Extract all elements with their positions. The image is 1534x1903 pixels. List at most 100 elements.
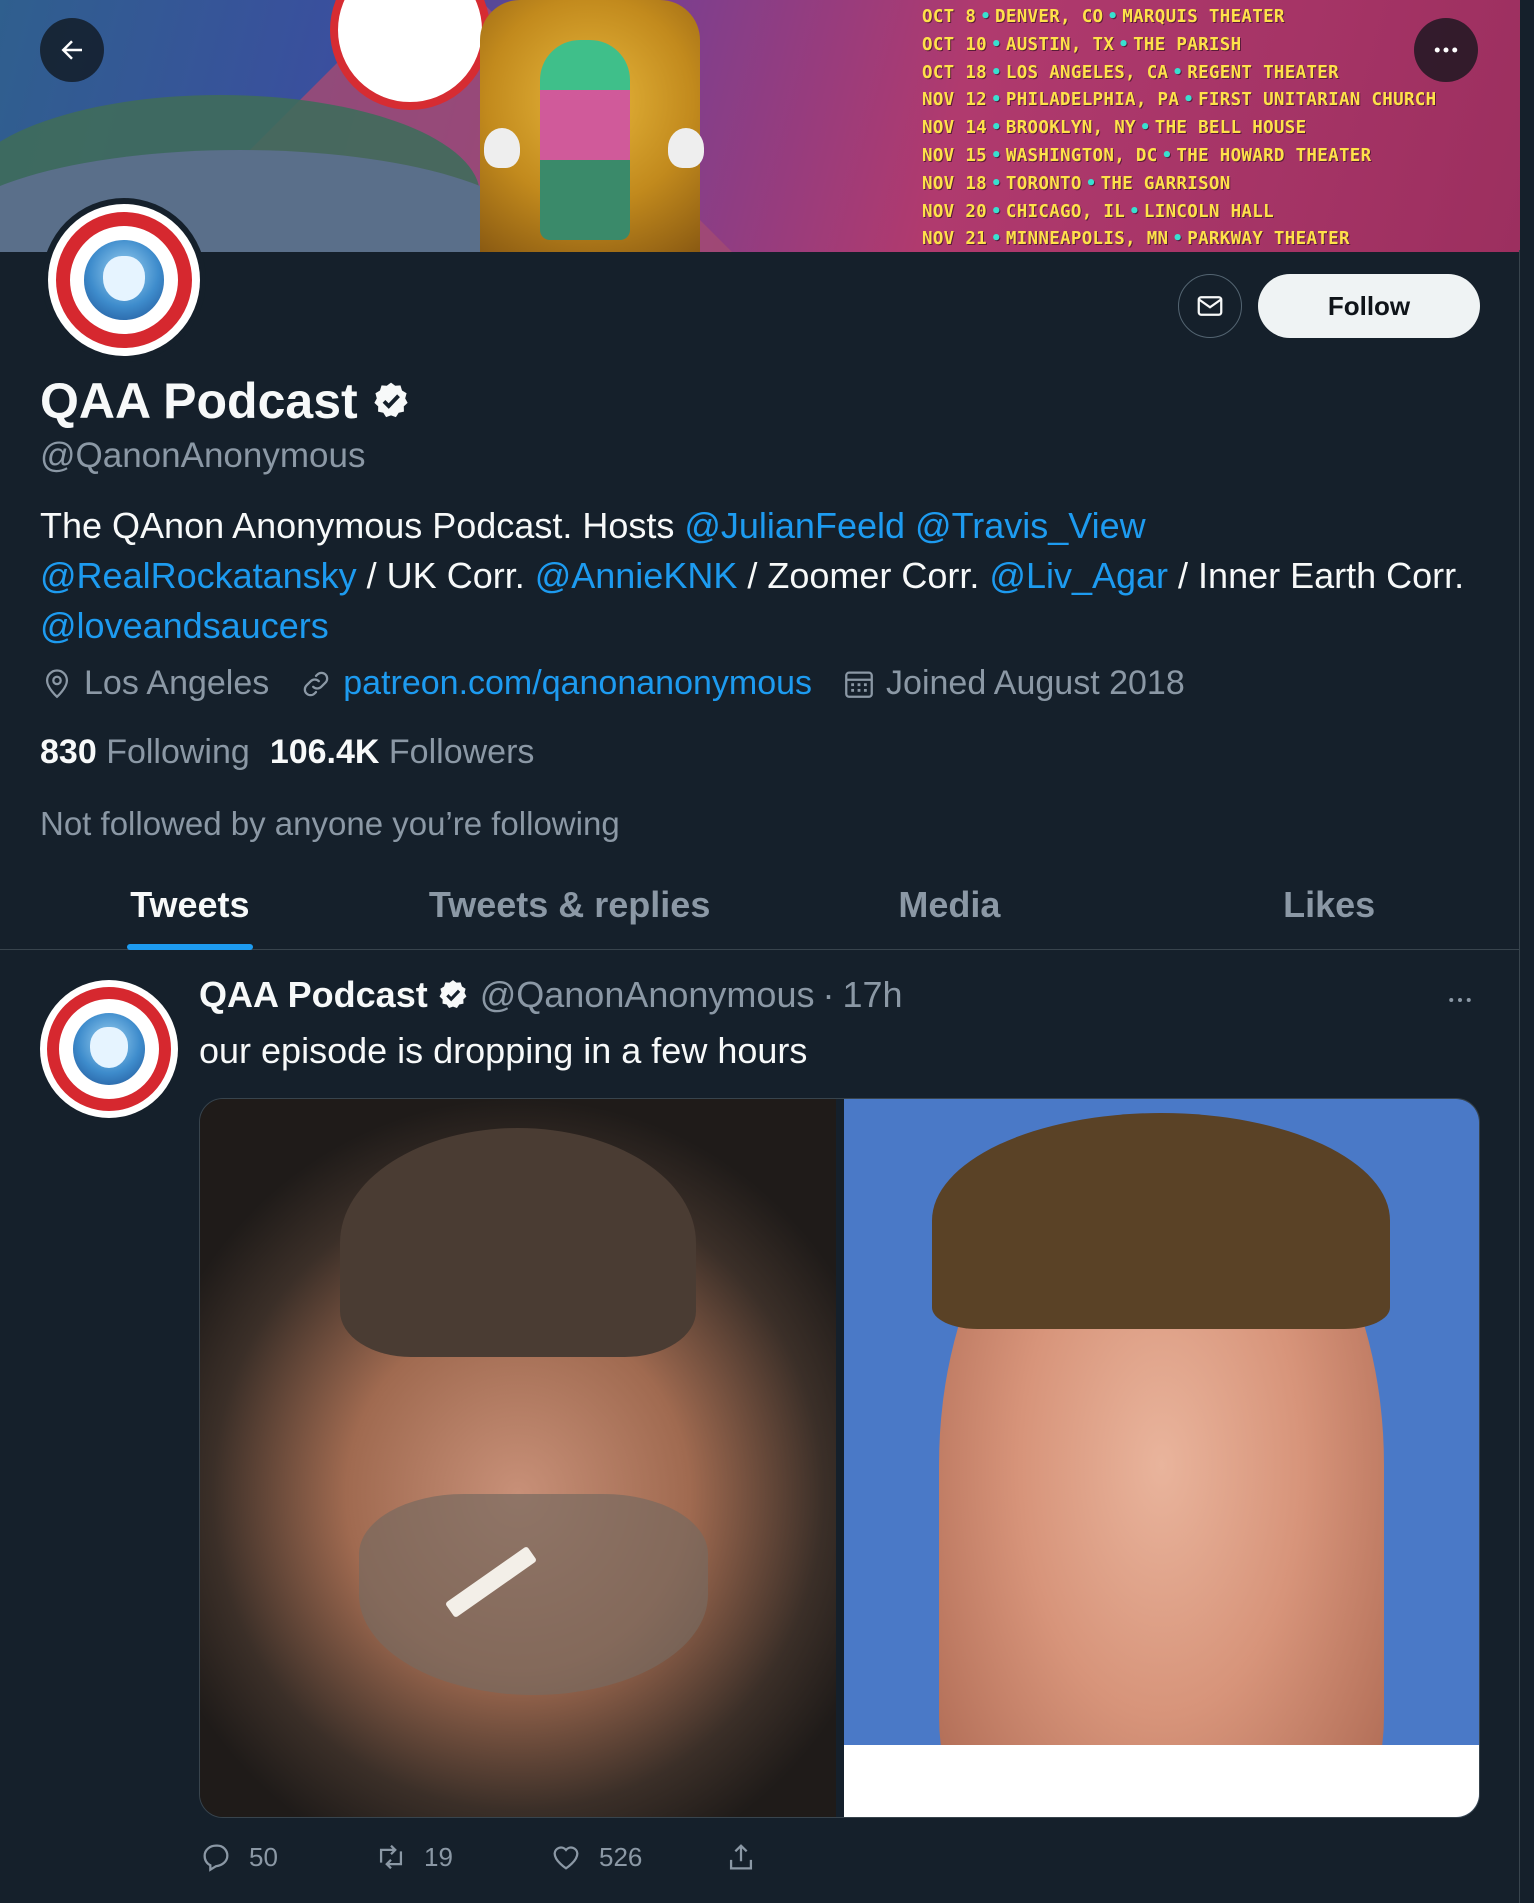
website-item[interactable]: patreon.com/qanonanonymous — [299, 664, 812, 703]
tour-city: WASHINGTON, DC — [1005, 145, 1158, 166]
retweet-button[interactable]: 19 — [374, 1840, 549, 1874]
banner-figure — [540, 40, 630, 240]
bio-text: / Inner Earth Corr. — [1168, 555, 1465, 596]
tab-tweets-replies[interactable]: Tweets & replies — [380, 860, 760, 949]
mention-link[interactable]: @Travis_View — [915, 505, 1146, 546]
qaa-logo-avatar — [48, 204, 200, 356]
tour-separator: • — [1129, 201, 1140, 222]
mention-link[interactable]: @loveandsaucers — [40, 605, 329, 646]
tour-date-item: NOV 15 • WASHINGTON, DC • THE HOWARD THEATER — [922, 143, 1436, 171]
tour-date: NOV 18 — [922, 173, 988, 194]
tour-venue: MARQUIS THEATER — [1122, 7, 1285, 27]
tour-separator: • — [1161, 145, 1173, 166]
calendar-icon — [845, 671, 873, 698]
bio-text: / UK Corr. — [356, 555, 535, 596]
profile-name: QAA Podcast — [40, 373, 358, 429]
tweet-actions: 50 19 526 — [199, 1840, 899, 1874]
tab-likes[interactable]: Likes — [1139, 860, 1519, 949]
share-icon — [729, 1844, 753, 1870]
envelope-icon — [1197, 296, 1223, 316]
tab-media[interactable]: Media — [760, 860, 1140, 949]
tour-city: PHILADELPHIA, PA — [1005, 90, 1180, 111]
tour-separator: • — [980, 7, 992, 27]
more-horizontal-icon — [1434, 47, 1458, 53]
tour-separator: • — [991, 201, 1002, 222]
tweet-more-button[interactable] — [1440, 980, 1480, 1020]
back-button[interactable] — [40, 18, 104, 82]
tour-city: MINNEAPOLIS, MN — [1005, 229, 1169, 250]
tweet-header: QAA Podcast @QanonAnonymous · 17h — [199, 974, 903, 1016]
tour-date: NOV 21 — [922, 229, 988, 250]
tour-venue: LINCOLN HALL — [1143, 201, 1274, 222]
tour-separator: • — [1172, 62, 1184, 83]
tour-date-item: NOV 20 • CHICAGO, IL • LINCOLN HALL — [922, 199, 1436, 227]
following-stat[interactable]: 830 Following — [40, 733, 250, 772]
more-options-button[interactable] — [1414, 18, 1478, 82]
profile-avatar[interactable] — [42, 198, 206, 362]
tour-separator: • — [991, 90, 1002, 111]
profile-banner[interactable]: OCT 8 • DENVER, CO • MARQUIS THEATER OCT 10 • A… — [0, 0, 1520, 252]
verified-badge-icon — [439, 980, 467, 1009]
tour-city: CHICAGO, IL — [1005, 201, 1126, 222]
profile-location: Los Angeles — [84, 664, 270, 702]
tour-date: NOV 20 — [922, 201, 988, 222]
tour-venue: THE BELL HOUSE — [1154, 118, 1307, 139]
qaa-logo-avatar — [40, 980, 178, 1118]
tweet-photo-left[interactable] — [200, 1099, 836, 1817]
tour-date: OCT 18 — [922, 62, 988, 83]
mention-link[interactable]: @AnnieKNK — [535, 555, 738, 596]
tweet-photo-right[interactable] — [843, 1099, 1479, 1817]
mention-link[interactable]: @RealRockatansky — [40, 555, 357, 596]
retweet-icon — [379, 1844, 403, 1870]
share-button[interactable] — [724, 1840, 899, 1874]
mention-link[interactable]: @JulianFeeld — [684, 505, 905, 546]
tour-separator: • — [991, 145, 1002, 166]
arrow-left-icon — [61, 40, 82, 60]
tour-separator: • — [991, 229, 1002, 250]
profile-joined: Joined August 2018 — [886, 664, 1185, 702]
reply-count: 50 — [249, 1841, 278, 1872]
location-pin-icon — [45, 668, 69, 698]
not-followed-notice: Not followed by anyone you’re following — [40, 805, 620, 842]
tour-separator: • — [1139, 118, 1151, 139]
tour-date: NOV 12 — [922, 90, 988, 111]
profile-stats: 830 Following 106.4K Followers — [40, 733, 534, 772]
bio-text — [905, 505, 915, 546]
reply-icon — [203, 1844, 229, 1872]
profile-tabs: Tweets Tweets & replies Media Likes — [0, 860, 1519, 950]
like-button[interactable]: 526 — [549, 1840, 724, 1874]
profile-page: OCT 8 • DENVER, CO • MARQUIS THEATER OCT 10 • A… — [0, 0, 1520, 1903]
message-button[interactable] — [1178, 274, 1242, 338]
tour-date: NOV 14 — [922, 118, 988, 139]
tour-separator: • — [1172, 229, 1184, 250]
tweet-separator: · — [822, 974, 835, 1015]
tour-venue: PARKWAY THEATER — [1187, 229, 1350, 250]
tour-city: AUSTIN, TX — [1005, 34, 1115, 55]
following-count: 830 — [40, 733, 97, 771]
column-border — [1519, 250, 1520, 1903]
heart-icon — [553, 1846, 579, 1870]
bio-text: The QAnon Anonymous Podcast. Hosts — [40, 505, 685, 546]
tweet-avatar[interactable] — [40, 980, 178, 1118]
verified-badge-icon — [374, 382, 408, 418]
tour-separator: • — [1118, 34, 1130, 55]
tweet-text: our episode is dropping in a few hours — [199, 1030, 808, 1071]
mention-link[interactable]: @Liv_Agar — [989, 555, 1168, 596]
tour-date-item: OCT 10 • AUSTIN, TX • THE PARISH — [922, 32, 1436, 60]
tour-venue: THE GARRISON — [1100, 173, 1231, 194]
reply-button[interactable]: 50 — [199, 1840, 374, 1874]
tweet-author-handle[interactable]: @QanonAnonymous — [480, 974, 815, 1016]
tour-venue: THE HOWARD THEATER — [1176, 145, 1372, 166]
tour-city: TORONTO — [1005, 173, 1082, 194]
profile-bio: The QAnon Anonymous Podcast. Hosts @Juli… — [40, 501, 1480, 651]
followers-stat[interactable]: 106.4K Followers — [270, 733, 535, 772]
tweet-author-name[interactable]: QAA Podcast — [199, 974, 428, 1016]
tour-separator: • — [1183, 90, 1195, 111]
tour-separator: • — [991, 173, 1002, 194]
profile-website-link[interactable]: patreon.com/qanonanonymous — [343, 664, 812, 703]
follow-button[interactable]: Follow — [1258, 274, 1480, 338]
bio-text: / Zoomer Corr. — [737, 555, 990, 596]
tour-date: OCT 8 — [922, 7, 977, 27]
tweet-time[interactable]: 17h — [842, 974, 902, 1016]
tab-tweets[interactable]: Tweets — [0, 860, 380, 949]
